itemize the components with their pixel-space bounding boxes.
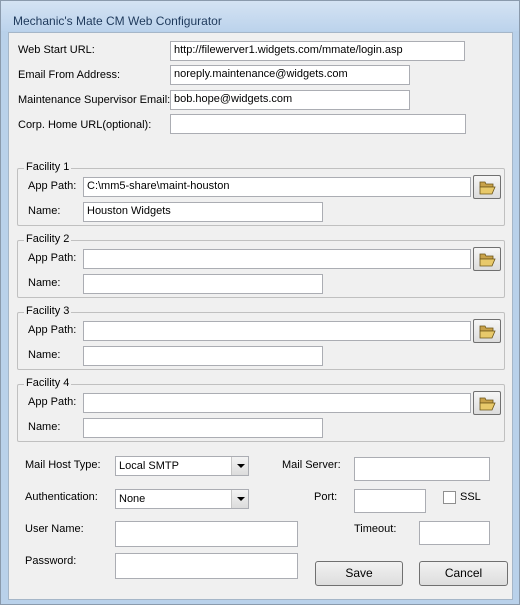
- supervisor-email-label: Maintenance Supervisor Email:: [18, 94, 171, 106]
- cancel-button[interactable]: Cancel: [419, 561, 508, 586]
- facility-1-group: Facility 1 App Path: C:\mm5-share\maint-…: [17, 161, 505, 226]
- facility-2-app-path-input[interactable]: [83, 249, 471, 269]
- chevron-down-icon[interactable]: [231, 457, 248, 475]
- facility-1-browse-button[interactable]: [473, 175, 501, 199]
- corp-home-url-input[interactable]: [170, 114, 466, 134]
- port-label: Port:: [314, 491, 338, 503]
- facility-4-app-path-input[interactable]: [83, 393, 471, 413]
- web-start-url-input[interactable]: http://filewerver1.widgets.com/mmate/log…: [170, 41, 465, 61]
- open-folder-icon: [479, 325, 496, 339]
- open-folder-icon: [479, 181, 496, 195]
- email-from-input[interactable]: noreply.maintenance@widgets.com: [170, 65, 410, 85]
- facility-4-browse-button[interactable]: [473, 391, 501, 415]
- port-input[interactable]: [354, 489, 426, 513]
- authentication-value: None: [119, 493, 146, 505]
- email-from-label: Email From Address:: [18, 69, 121, 81]
- facility-1-name-input[interactable]: Houston Widgets: [83, 202, 323, 222]
- open-folder-icon: [479, 397, 496, 411]
- facility-3-group: Facility 3 App Path: Name:: [17, 305, 505, 370]
- facility-3-name-input[interactable]: [83, 346, 323, 366]
- facility-4-name-input[interactable]: [83, 418, 323, 438]
- mail-host-type-select[interactable]: Local SMTP: [115, 456, 249, 476]
- facility-2-title: Facility 2: [24, 233, 72, 245]
- mail-server-input[interactable]: [354, 457, 490, 481]
- open-folder-icon: [479, 253, 496, 267]
- ssl-checkbox[interactable]: [443, 491, 456, 504]
- facility-2-name-input[interactable]: [83, 274, 323, 294]
- title-bar[interactable]: Mechanic's Mate CM Web Configurator: [1, 1, 519, 31]
- facility-3-app-path-input[interactable]: [83, 321, 471, 341]
- chevron-down-icon[interactable]: [231, 490, 248, 508]
- facility-4-name-label: Name:: [28, 421, 61, 433]
- corp-home-url-label: Corp. Home URL(optional):: [18, 119, 152, 131]
- username-input[interactable]: [115, 521, 298, 547]
- mail-host-type-label: Mail Host Type:: [25, 459, 101, 471]
- facility-4-group: Facility 4 App Path: Name:: [17, 377, 505, 442]
- mail-host-type-value: Local SMTP: [119, 460, 179, 472]
- web-start-url-label: Web Start URL:: [18, 44, 95, 56]
- window-title: Mechanic's Mate CM Web Configurator: [13, 14, 222, 28]
- facility-4-title: Facility 4: [24, 377, 72, 389]
- facility-3-app-path-label: App Path:: [28, 324, 77, 336]
- facility-2-app-path-label: App Path:: [28, 252, 77, 264]
- facility-1-title: Facility 1: [24, 161, 72, 173]
- save-button[interactable]: Save: [315, 561, 403, 586]
- facility-3-browse-button[interactable]: [473, 319, 501, 343]
- timeout-label: Timeout:: [354, 523, 397, 535]
- configurator-window: Mechanic's Mate CM Web Configurator Web …: [0, 0, 520, 605]
- facility-2-group: Facility 2 App Path: Name:: [17, 233, 505, 298]
- ssl-label: SSL: [460, 491, 481, 503]
- password-label: Password:: [25, 555, 77, 567]
- password-input[interactable]: [115, 553, 298, 579]
- form-area: Web Start URL: http://filewerver1.widget…: [8, 32, 513, 600]
- facility-3-title: Facility 3: [24, 305, 72, 317]
- supervisor-email-input[interactable]: bob.hope@widgets.com: [170, 90, 410, 110]
- facility-4-app-path-label: App Path:: [28, 396, 77, 408]
- facility-1-app-path-input[interactable]: C:\mm5-share\maint-houston: [83, 177, 471, 197]
- facility-2-name-label: Name:: [28, 277, 61, 289]
- authentication-select[interactable]: None: [115, 489, 249, 509]
- authentication-label: Authentication:: [25, 491, 98, 503]
- timeout-input[interactable]: [419, 521, 490, 545]
- facility-1-app-path-label: App Path:: [28, 180, 77, 192]
- username-label: User Name:: [25, 523, 84, 535]
- facility-1-name-label: Name:: [28, 205, 61, 217]
- facility-3-name-label: Name:: [28, 349, 61, 361]
- mail-server-label: Mail Server:: [282, 459, 341, 471]
- facility-2-browse-button[interactable]: [473, 247, 501, 271]
